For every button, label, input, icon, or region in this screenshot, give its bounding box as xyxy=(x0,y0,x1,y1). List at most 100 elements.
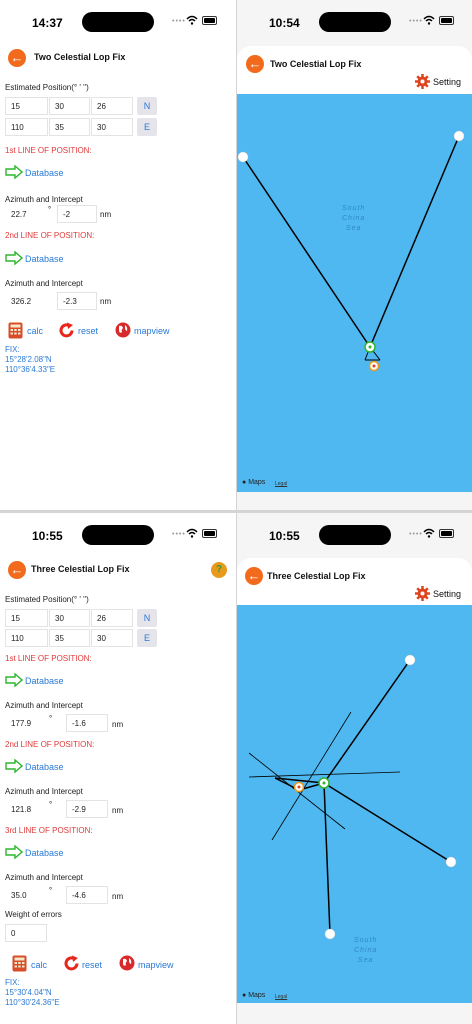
intercept-3-input[interactable]: -4.6 xyxy=(66,886,108,904)
lat-degrees-input[interactable]: 15 xyxy=(5,97,48,115)
gear-icon[interactable] xyxy=(415,586,430,601)
database-label: Database xyxy=(25,848,64,858)
lat-seconds-input[interactable]: 26 xyxy=(91,609,133,627)
nm-unit: nm xyxy=(112,892,124,901)
database-button-2[interactable]: Database xyxy=(5,759,85,775)
azimuth-intercept-label-3: Azimuth and Intercept xyxy=(5,873,83,882)
weight-of-errors-input[interactable]: 0 xyxy=(5,924,47,942)
fix-latitude: 15°28'2.08"N xyxy=(5,355,52,364)
lon-degrees-input[interactable]: 110 xyxy=(5,118,48,136)
map-view[interactable]: South China Sea ● Maps Legal xyxy=(237,94,472,492)
status-bar: 10:55 •••• xyxy=(0,513,236,557)
azimuth-1-input[interactable]: 177.9 xyxy=(5,714,55,732)
mapview-button[interactable]: mapview xyxy=(134,326,170,336)
back-button[interactable]: ← xyxy=(8,561,26,579)
database-label: Database xyxy=(25,676,64,686)
calculator-icon[interactable] xyxy=(12,955,27,972)
setting-button[interactable]: Setting xyxy=(433,77,461,87)
fix-label: FIX: xyxy=(5,345,20,354)
database-button-1[interactable]: Database xyxy=(5,165,85,181)
apple-icon: ● xyxy=(242,479,247,486)
nm-unit: nm xyxy=(112,720,124,729)
intercept-2-input[interactable]: -2.3 xyxy=(57,292,97,310)
wifi-icon xyxy=(186,528,198,538)
azimuth-intercept-label-1: Azimuth and Intercept xyxy=(5,195,83,204)
reset-icon[interactable] xyxy=(58,322,75,339)
intercept-1-input[interactable]: -1.6 xyxy=(66,714,108,732)
lat-direction-button[interactable]: N xyxy=(137,609,157,627)
status-bar: 14:37 •••• xyxy=(0,0,236,44)
lop-lines xyxy=(237,130,465,372)
database-label: Database xyxy=(25,762,64,772)
reset-button[interactable]: reset xyxy=(78,326,98,336)
back-button[interactable]: ← xyxy=(245,567,263,585)
lat-minutes-input[interactable]: 30 xyxy=(49,609,90,627)
back-button[interactable]: ← xyxy=(8,49,26,67)
calc-button[interactable]: calc xyxy=(31,960,47,970)
database-label: Database xyxy=(25,168,64,178)
intercept-2-input[interactable]: -2.9 xyxy=(66,800,108,818)
database-button-2[interactable]: Database xyxy=(5,251,85,267)
legal-link[interactable]: Legal xyxy=(275,481,287,487)
database-button-1[interactable]: Database xyxy=(5,673,85,689)
azimuth-2-input[interactable]: 121.8 xyxy=(5,800,55,818)
calc-button[interactable]: calc xyxy=(27,326,43,336)
status-time: 10:55 xyxy=(32,529,63,543)
lat-degrees-input[interactable]: 15 xyxy=(5,609,48,627)
azimuth-1-input[interactable]: 22.7 xyxy=(5,205,43,223)
reset-button[interactable]: reset xyxy=(82,960,102,970)
fix-longitude: 110°36'4.33"E xyxy=(5,365,56,374)
three-lop-form-screen: 10:55 •••• ← Three Celestial Lop Fix ? E… xyxy=(0,513,236,1024)
setting-button[interactable]: Setting xyxy=(433,589,461,599)
legal-link[interactable]: Legal xyxy=(275,994,287,1000)
lon-minutes-input[interactable]: 35 xyxy=(49,629,90,647)
lat-minutes-input[interactable]: 30 xyxy=(49,97,90,115)
azimuth-2-input[interactable]: 326.2 xyxy=(5,292,50,310)
status-time: 10:54 xyxy=(269,16,300,30)
mapview-button[interactable]: mapview xyxy=(138,960,174,970)
database-label: Database xyxy=(25,254,64,264)
lop1-label: 1st LINE OF POSITION: xyxy=(5,654,92,663)
lon-direction-button[interactable]: E xyxy=(137,118,157,136)
lat-direction-button[interactable]: N xyxy=(137,97,157,115)
page-title: Two Celestial Lop Fix xyxy=(270,59,362,69)
calculator-icon[interactable] xyxy=(8,322,23,339)
lon-seconds-input[interactable]: 30 xyxy=(91,629,133,647)
signal-icon: •••• xyxy=(409,531,423,538)
arrow-right-icon xyxy=(5,845,23,859)
lon-direction-button[interactable]: E xyxy=(137,629,157,647)
weight-of-errors-label: Weight of errors xyxy=(5,910,62,919)
globe-icon[interactable] xyxy=(119,955,135,971)
page-title: Three Celestial Lop Fix xyxy=(31,564,130,574)
gear-icon[interactable] xyxy=(415,74,430,89)
signal-icon: •••• xyxy=(409,18,423,25)
degree-symbol: ° xyxy=(49,886,53,895)
dynamic-island xyxy=(82,525,154,545)
lon-seconds-input[interactable]: 30 xyxy=(91,118,133,136)
lon-degrees-input[interactable]: 110 xyxy=(5,629,48,647)
lon-minutes-input[interactable]: 35 xyxy=(49,118,90,136)
three-lop-map-screen: 10:55 •••• ← Three Celestial Lop Fix Set… xyxy=(237,513,472,1024)
fix-longitude: 110°30'24.36"E xyxy=(5,998,60,1007)
status-time: 14:37 xyxy=(32,16,63,30)
nm-unit: nm xyxy=(100,210,112,219)
help-icon[interactable]: ? xyxy=(211,562,227,578)
page-title: Three Celestial Lop Fix xyxy=(267,571,366,581)
battery-icon xyxy=(439,16,454,25)
globe-icon[interactable] xyxy=(115,322,131,338)
arrow-right-icon xyxy=(5,251,23,265)
azimuth-intercept-label-1: Azimuth and Intercept xyxy=(5,701,83,710)
estimated-position-label: Estimated Position(° ' '') xyxy=(5,595,89,604)
reset-icon[interactable] xyxy=(63,955,80,972)
back-button[interactable]: ← xyxy=(246,55,264,73)
battery-icon xyxy=(202,16,217,25)
dynamic-island xyxy=(82,12,154,32)
map-header: ← Two Celestial Lop Fix Setting xyxy=(237,46,472,94)
azimuth-3-input[interactable]: 35.0 xyxy=(5,886,55,904)
lat-seconds-input[interactable]: 26 xyxy=(91,97,133,115)
intercept-1-input[interactable]: -2 xyxy=(57,205,97,223)
status-bar: 10:55 •••• xyxy=(237,513,472,557)
database-button-3[interactable]: Database xyxy=(5,845,85,861)
two-lop-form-screen: 14:37 •••• ← Two Celestial Lop Fix Estim… xyxy=(0,0,236,510)
map-view[interactable]: South China Sea ● Maps Legal xyxy=(237,605,472,1003)
